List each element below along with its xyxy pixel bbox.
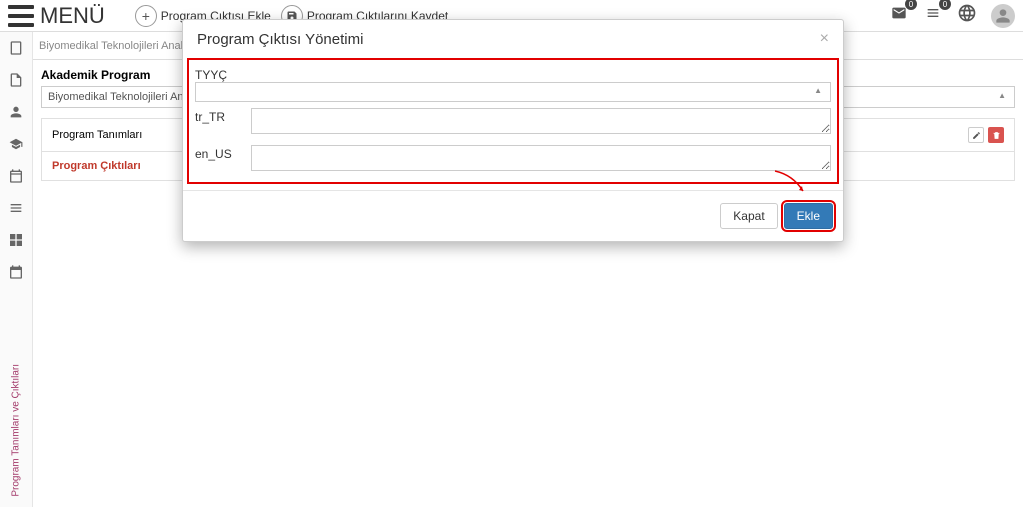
tr-label: tr_TR [195,108,251,124]
add-button[interactable]: Ekle [784,203,833,229]
tyyc-select[interactable] [195,82,831,102]
en-label: en_US [195,145,251,161]
close-button[interactable]: Kapat [720,203,777,229]
tyyc-label: TYYÇ [195,66,227,82]
close-icon[interactable]: × [820,30,829,48]
modal-title: Program Çıktısı Yönetimi [197,31,363,48]
program-output-modal: Program Çıktısı Yönetimi × TYYÇ tr_TR [182,19,844,242]
en-textarea[interactable] [251,145,831,171]
form-highlight-frame: TYYÇ tr_TR en_US [187,58,839,184]
tr-textarea[interactable] [251,108,831,134]
